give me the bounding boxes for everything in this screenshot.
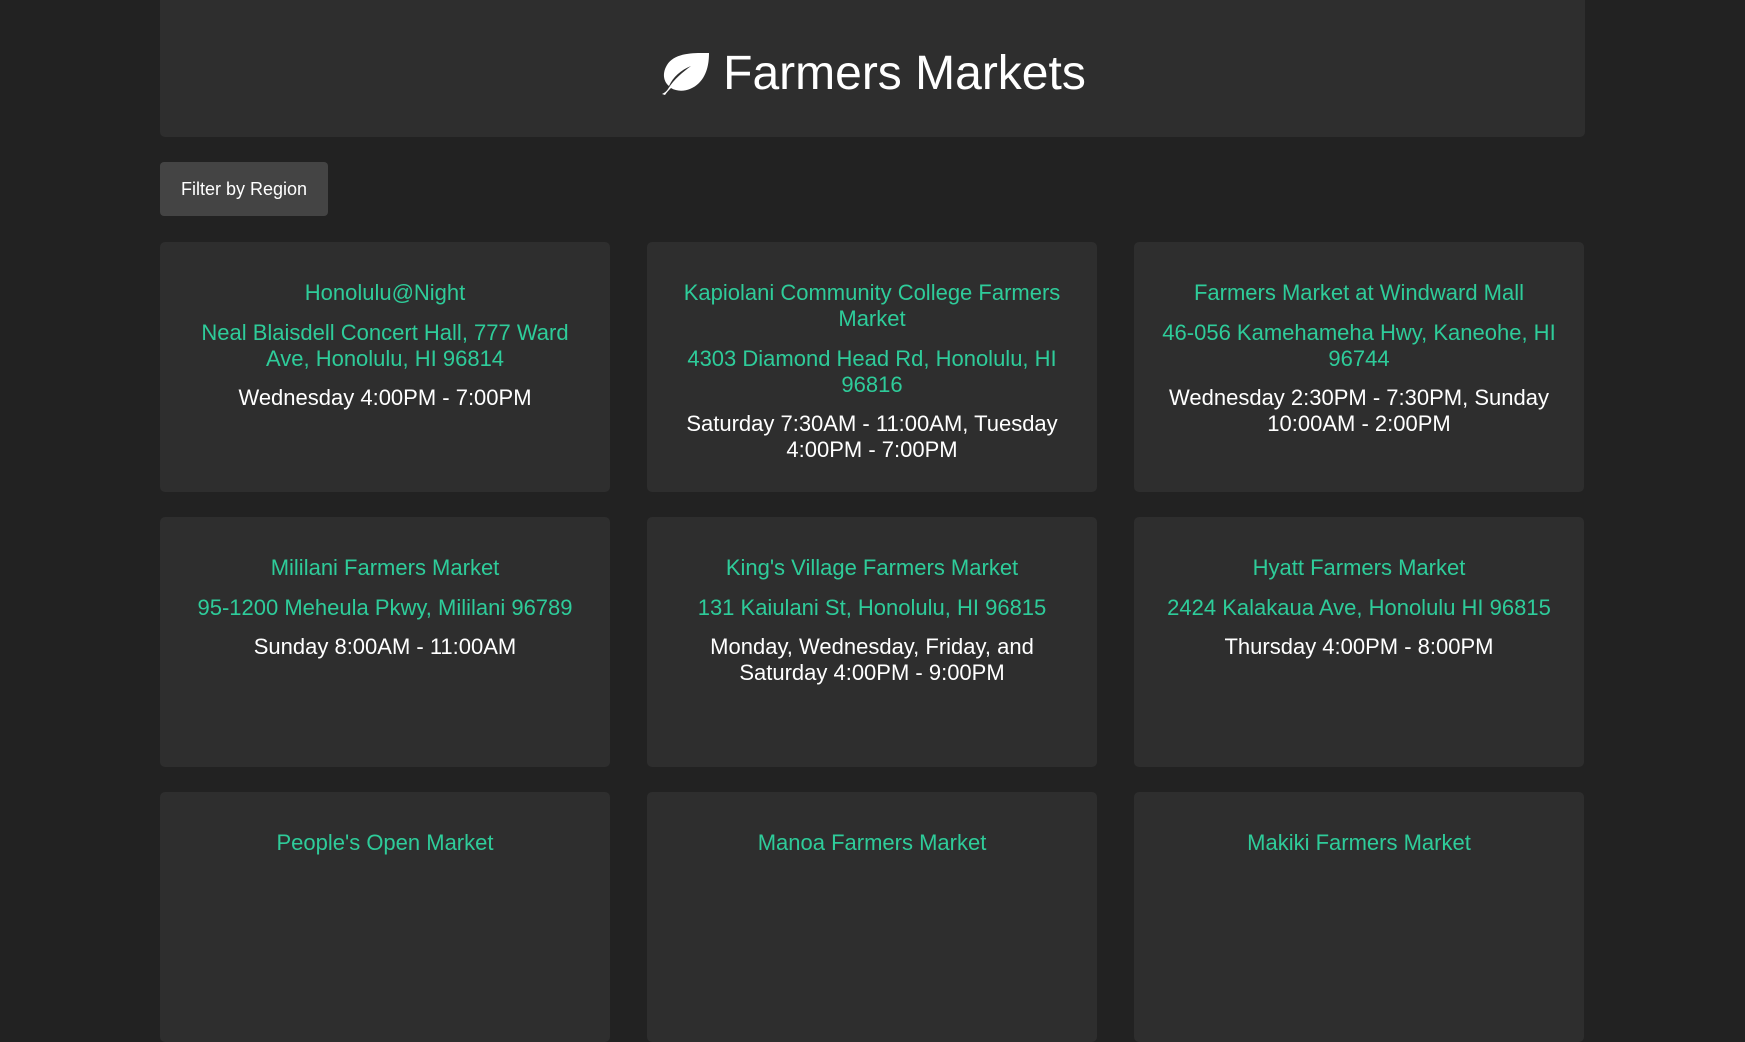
market-hours: Thursday 4:00PM - 8:00PM [1224, 634, 1494, 659]
market-address-link[interactable]: 46-056 Kamehameha Hwy, Kaneohe, HI 96744 [1158, 320, 1560, 372]
market-name-link[interactable]: Mililani Farmers Market [184, 555, 586, 581]
market-card: Hyatt Farmers Market 2424 Kalakaua Ave, … [1134, 517, 1584, 767]
market-address-link[interactable]: Neal Blaisdell Concert Hall, 777 Ward Av… [184, 320, 586, 372]
market-card: Honolulu@Night Neal Blaisdell Concert Ha… [160, 242, 610, 492]
market-name-link[interactable]: King's Village Farmers Market [671, 555, 1073, 581]
market-name-link[interactable]: Honolulu@Night [184, 280, 586, 306]
market-card: Makiki Farmers Market [1134, 792, 1584, 1042]
page-title-text: Farmers Markets [723, 46, 1086, 100]
market-hours: Wednesday 4:00PM - 7:00PM [238, 385, 532, 410]
market-address-link[interactable]: 2424 Kalakaua Ave, Honolulu HI 96815 [1158, 595, 1560, 621]
market-card: People's Open Market [160, 792, 610, 1042]
market-hours: Saturday 7:30AM - 11:00AM, Tuesday 4:00P… [686, 411, 1058, 462]
market-card: Mililani Farmers Market 95-1200 Meheula … [160, 517, 610, 767]
market-hours: Monday, Wednesday, Friday, and Saturday … [710, 634, 1034, 685]
market-hours: Wednesday 2:30PM - 7:30PM, Sunday 10:00A… [1169, 385, 1549, 436]
market-card: Manoa Farmers Market [647, 792, 1097, 1042]
market-name-link[interactable]: Makiki Farmers Market [1158, 830, 1560, 856]
market-name-link[interactable]: Manoa Farmers Market [671, 830, 1073, 856]
market-address-link[interactable]: 131 Kaiulani St, Honolulu, HI 96815 [671, 595, 1073, 621]
leaf-icon [662, 52, 710, 95]
market-address-link[interactable]: 95-1200 Meheula Pkwy, Mililani 96789 [184, 595, 586, 621]
market-name-link[interactable]: Hyatt Farmers Market [1158, 555, 1560, 581]
page-title: Farmers Markets [659, 46, 1086, 101]
market-card: Kapiolani Community College Farmers Mark… [647, 242, 1097, 492]
market-address-link[interactable]: 4303 Diamond Head Rd, Honolulu, HI 96816 [671, 346, 1073, 398]
markets-grid: Honolulu@Night Neal Blaisdell Concert Ha… [160, 242, 1584, 1042]
market-name-link[interactable]: People's Open Market [184, 830, 586, 856]
market-name-link[interactable]: Farmers Market at Windward Mall [1158, 280, 1560, 306]
filter-by-region-button[interactable]: Filter by Region [160, 162, 328, 216]
market-name-link[interactable]: Kapiolani Community College Farmers Mark… [671, 280, 1073, 332]
market-card: King's Village Farmers Market 131 Kaiula… [647, 517, 1097, 767]
page-header: Farmers Markets [160, 0, 1585, 137]
page-container: Farmers Markets Filter by Region Honolul… [160, 0, 1585, 1042]
market-card: Farmers Market at Windward Mall 46-056 K… [1134, 242, 1584, 492]
market-hours: Sunday 8:00AM - 11:00AM [253, 634, 517, 659]
